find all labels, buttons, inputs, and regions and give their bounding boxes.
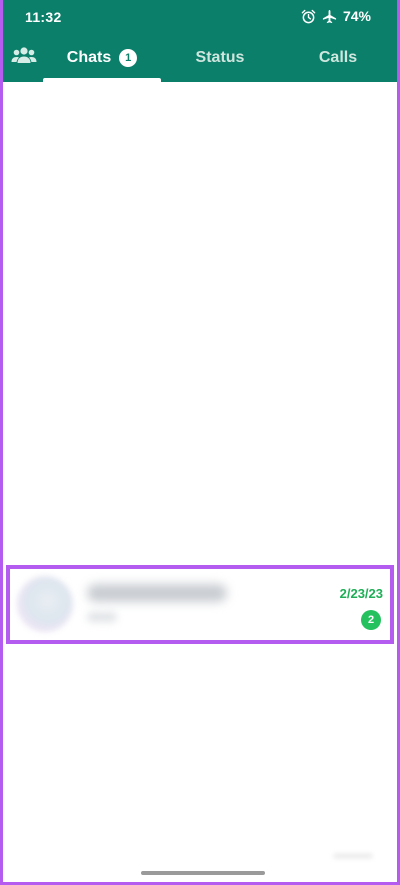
airplane-icon (322, 9, 337, 24)
status-bar: 11:32 74% (3, 0, 397, 34)
contact-avatar[interactable] (17, 576, 73, 632)
battery-percent: 74% (342, 8, 371, 24)
chat-list-item[interactable]: 2/23/23 2 (11, 570, 387, 638)
tab-calls[interactable]: Calls (279, 34, 397, 82)
status-time: 11:32 (25, 9, 62, 25)
chat-date: 2/23/23 (339, 586, 383, 601)
community-icon (11, 45, 37, 70)
last-message-blurred (87, 612, 117, 622)
active-tab-indicator (43, 78, 161, 82)
gesture-nav-handle[interactable] (141, 871, 265, 875)
tab-chats[interactable]: Chats 1 (43, 34, 161, 82)
alarm-icon (301, 9, 316, 24)
fab-shadow (333, 853, 373, 859)
community-button[interactable] (9, 42, 39, 72)
app-screen: 11:32 74% Chats 1 Status Calls 2/23/23 2 (3, 0, 397, 882)
tab-status[interactable]: Status (161, 34, 279, 82)
tab-chats-label: Chats (66, 49, 112, 66)
status-icons: 74% (301, 8, 371, 24)
unread-count-badge: 2 (361, 610, 381, 630)
tab-calls-label: Calls (318, 49, 358, 66)
tab-status-label: Status (195, 49, 245, 66)
tab-bar: Chats 1 Status Calls (3, 34, 397, 82)
app-header: 11:32 74% Chats 1 Status Calls (3, 0, 397, 82)
contact-name-blurred (87, 584, 227, 602)
chats-unread-badge: 1 (119, 49, 138, 67)
